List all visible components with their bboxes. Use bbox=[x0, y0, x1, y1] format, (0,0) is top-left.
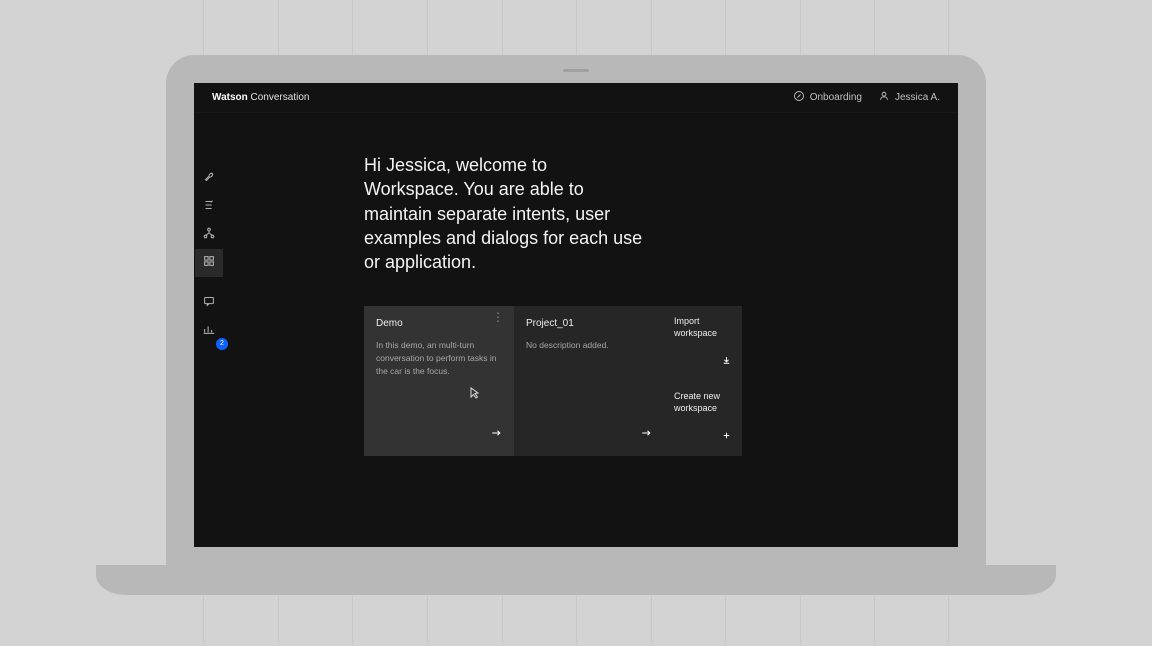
sidebar-intents[interactable] bbox=[195, 193, 223, 221]
laptop-notch bbox=[563, 69, 589, 72]
compass-icon bbox=[793, 90, 805, 105]
plus-icon bbox=[721, 428, 732, 446]
brand-bold: Watson bbox=[212, 92, 248, 103]
sidebar-entities[interactable] bbox=[195, 221, 223, 249]
grid-icon bbox=[202, 254, 216, 273]
onboarding-label: Onboarding bbox=[810, 92, 862, 103]
stats-icon bbox=[202, 322, 216, 341]
topbar: Watson Conversation Onboarding Jessica A… bbox=[194, 83, 958, 113]
card-desc: In this demo, an multi-turn conversation… bbox=[376, 339, 502, 377]
main: Hi Jessica, welcome to Workspace. You ar… bbox=[224, 113, 958, 547]
import-workspace-card[interactable]: Import workspace bbox=[664, 306, 742, 381]
laptop-frame: Watson Conversation Onboarding Jessica A… bbox=[166, 55, 986, 575]
list-icon bbox=[202, 198, 216, 217]
card-title: Project_01 bbox=[526, 318, 652, 329]
mini-title: Create new workspace bbox=[674, 391, 732, 414]
tree-icon bbox=[202, 226, 216, 245]
sidebar-workspaces[interactable] bbox=[195, 249, 223, 277]
user-label: Jessica A. bbox=[895, 92, 940, 103]
sidebar: 2 bbox=[194, 113, 224, 547]
workspace-cards: Demo In this demo, an multi-turn convers… bbox=[364, 306, 958, 456]
sidebar-improve[interactable]: 2 bbox=[195, 317, 223, 345]
wrench-icon bbox=[202, 170, 216, 189]
workspace-card-project[interactable]: Project_01 No description added. bbox=[514, 306, 664, 456]
card-desc: No description added. bbox=[526, 339, 652, 352]
brand: Watson Conversation bbox=[212, 92, 309, 103]
laptop-base bbox=[96, 565, 1056, 595]
card-title: Demo bbox=[376, 318, 502, 329]
user-icon bbox=[878, 90, 890, 105]
create-workspace-card[interactable]: Create new workspace bbox=[664, 381, 742, 456]
arrow-right-icon bbox=[490, 426, 502, 444]
mini-title: Import workspace bbox=[674, 316, 732, 339]
onboarding-link[interactable]: Onboarding bbox=[793, 90, 862, 105]
sidebar-chat[interactable] bbox=[195, 289, 223, 317]
download-icon bbox=[721, 353, 732, 371]
workspace-card-demo[interactable]: Demo In this demo, an multi-turn convers… bbox=[364, 306, 514, 456]
app-screen: Watson Conversation Onboarding Jessica A… bbox=[194, 83, 958, 547]
cursor-icon bbox=[470, 386, 480, 404]
sidebar-badge: 2 bbox=[216, 338, 228, 350]
arrow-right-icon bbox=[640, 426, 652, 444]
chat-icon bbox=[202, 294, 216, 313]
user-menu[interactable]: Jessica A. bbox=[878, 90, 940, 105]
welcome-text: Hi Jessica, welcome to Workspace. You ar… bbox=[364, 153, 644, 274]
sidebar-build[interactable] bbox=[195, 165, 223, 193]
card-menu-button[interactable]: ⋮ bbox=[492, 316, 504, 320]
brand-light: Conversation bbox=[248, 92, 310, 103]
